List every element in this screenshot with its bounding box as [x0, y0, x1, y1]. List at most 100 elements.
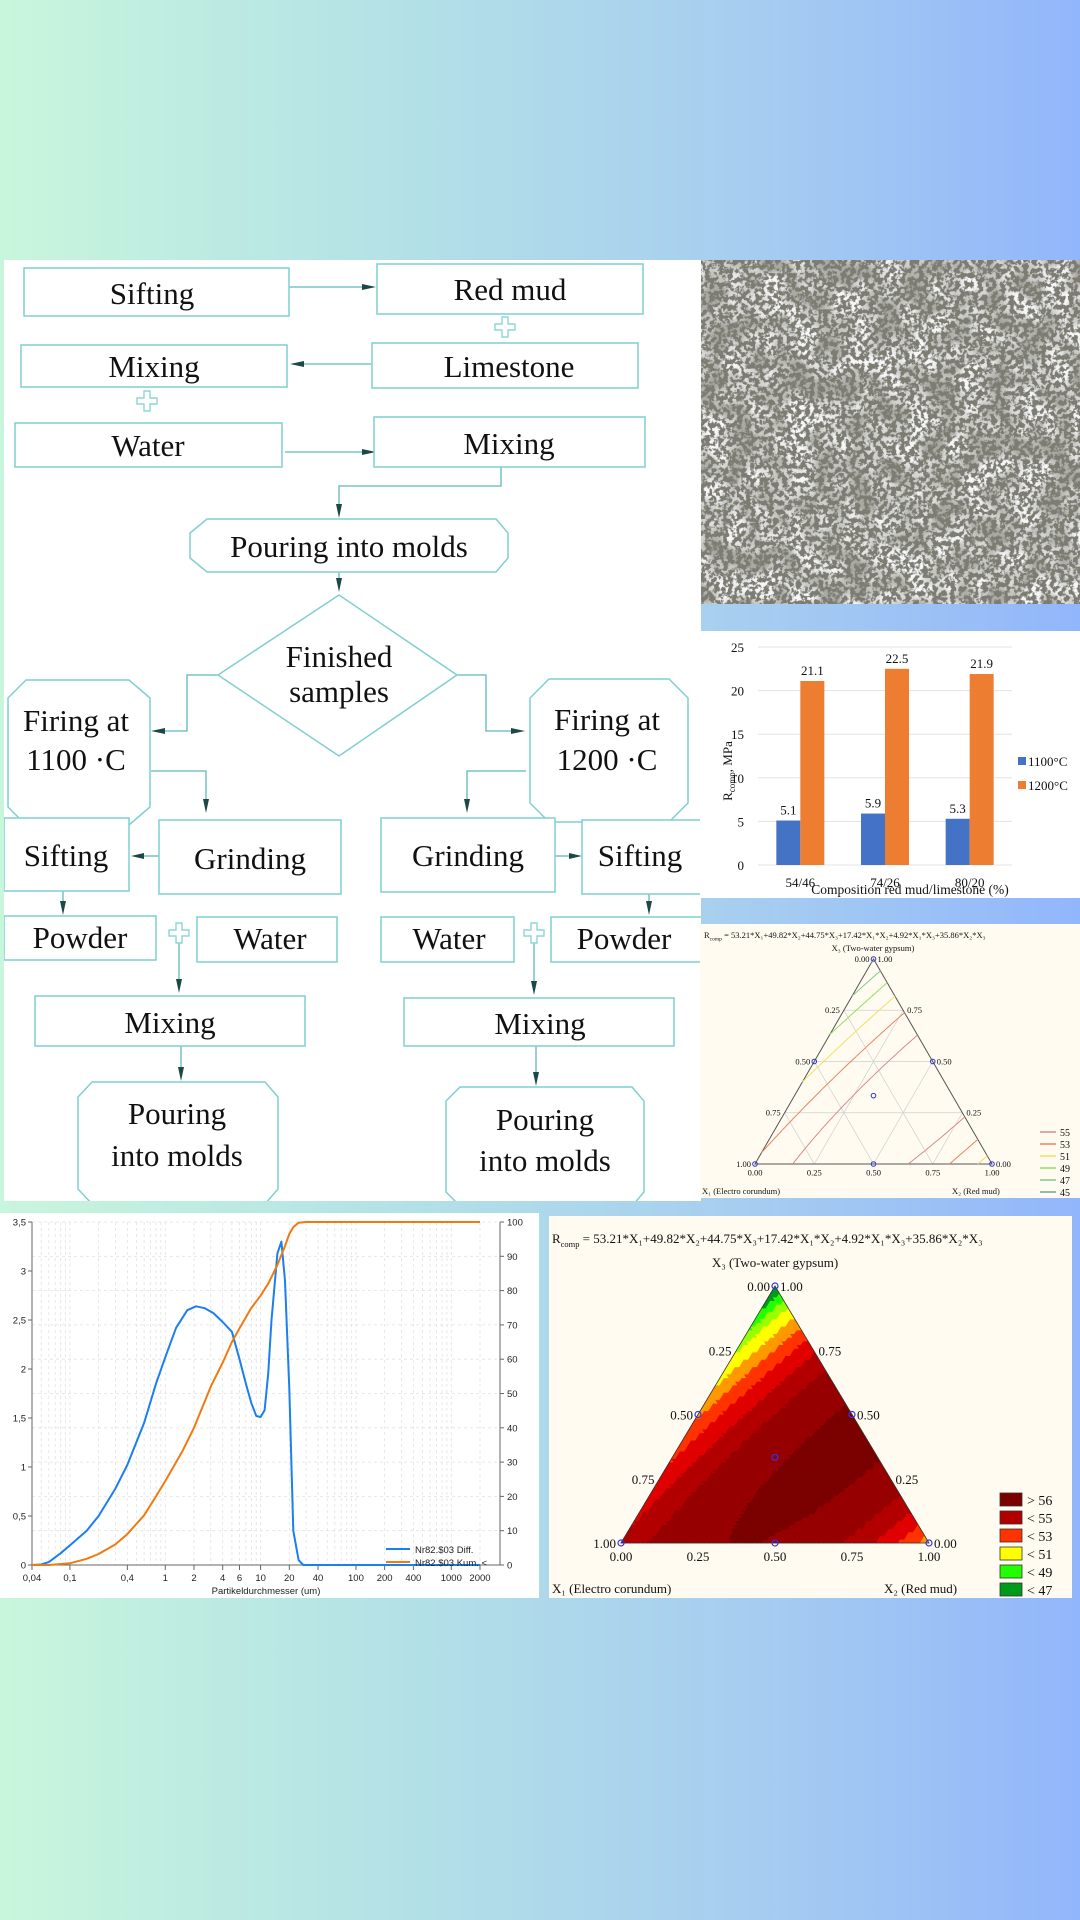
data-label: 22.5: [886, 651, 909, 666]
legend-label: Nr82.$03 Diff.: [415, 1545, 473, 1556]
y-tick-label: 15: [731, 727, 744, 742]
node-pouring-left: Pouring into molds: [77, 1081, 279, 1201]
x1-axis-label: X₁ (Electro corundum): [702, 1186, 780, 1196]
y-left-tick-label: 3,5: [13, 1218, 26, 1229]
bar-1100-74-26: [861, 813, 885, 865]
legend-label: 55: [1060, 1128, 1070, 1139]
node-label: 1200 ·C: [557, 742, 658, 777]
x3-axis-label: X₃ (Two-water gypsum): [712, 1255, 838, 1270]
ternary-gridline: [813, 1010, 904, 1165]
x-tick-label: 200: [377, 1573, 393, 1584]
ternary-filled-contour-plot: Rcomp = 53.21*X₁+49.82*X₂+44.75*X₃+17.42…: [549, 1216, 1072, 1598]
x-axis-label: Composition red mud/limestone (%): [811, 882, 1009, 897]
x3-axis-label: X₃ (Two-water gypsum): [832, 943, 915, 953]
y-left-tick-label: 2: [21, 1365, 26, 1376]
data-label: 5.1: [780, 803, 796, 818]
plus-icon: [168, 922, 190, 944]
bottom-tick-label: 0.75: [925, 1167, 940, 1177]
y-right-tick-label: 80: [507, 1286, 518, 1297]
data-label: 5.9: [865, 796, 881, 811]
bottom-tick-label: 0.25: [807, 1167, 822, 1177]
y-tick-label: 25: [731, 640, 744, 655]
x2-axis-label: X₂ (Red mud): [952, 1186, 1000, 1196]
contour-line-53: [761, 1012, 979, 1165]
ternary-gridline: [843, 1010, 934, 1165]
legend-label: 51: [1060, 1152, 1070, 1163]
y-right-tick-label: 90: [507, 1252, 518, 1263]
left-tick-label: 0.50: [795, 1056, 810, 1066]
node-water-left: Water: [196, 916, 338, 963]
node-mixing-2: Mixing: [373, 416, 646, 468]
ternary-line-svg: Rcomp = 53.21*X₁+49.82*X₂+44.75*X₃+17.42…: [702, 930, 1070, 1198]
y-tick-label: 0: [738, 858, 745, 873]
node-label: Sifting: [110, 276, 194, 311]
left-tick-label: 1.00: [736, 1159, 751, 1169]
node-label: Pouring into molds: [230, 529, 468, 564]
y-left-tick-label: 0,5: [13, 1512, 26, 1523]
y-tick-label: 20: [731, 684, 744, 699]
node-label: Sifting: [598, 838, 682, 873]
bar-1100-54-46: [776, 820, 801, 865]
legend: 555351494745: [1040, 1128, 1070, 1198]
y-right-tick-label: 50: [507, 1389, 518, 1400]
plus-icon: [494, 316, 516, 338]
node-label: Sifting: [24, 838, 108, 873]
x-tick-label: 1000: [441, 1573, 462, 1584]
node-label: Mixing: [108, 349, 199, 384]
legend-label: 1100°C: [1028, 754, 1067, 769]
bar-1200-80-20: [969, 674, 994, 865]
bar-chart-svg: 0510152025 5.121.15.922.55.321.9 54/46 74…: [720, 640, 1068, 897]
node-label: into molds: [479, 1143, 611, 1178]
y-left-tick-label: 0: [21, 1561, 26, 1572]
right-tick-label: 1.00: [878, 954, 893, 964]
x-tick-label: 100: [348, 1573, 364, 1584]
design-point: [870, 1092, 877, 1099]
node-label: Mixing: [494, 1006, 585, 1041]
y-right-tick-label: 60: [507, 1355, 518, 1366]
process-flowchart: Sifting Red mud Mixing Limestone Water M…: [4, 260, 701, 1201]
legend-label: Nr82.$03 Kum. <: [415, 1558, 488, 1569]
left-tick-label: 0.25: [825, 1005, 840, 1015]
y-right-tick-label: 100: [507, 1218, 523, 1229]
legend: 1100°C1200°C: [1018, 754, 1068, 793]
node-label: Red mud: [454, 272, 567, 307]
legend-label: 47: [1060, 1176, 1070, 1187]
node-label: Firing at: [23, 703, 129, 738]
node-label: Water: [233, 921, 307, 956]
legend-label: 49: [1060, 1164, 1070, 1175]
ternary-filled-svg: Rcomp = 53.21*X₁+49.82*X₂+44.75*X₃+17.42…: [552, 1231, 1052, 1598]
right-tick-label: 0.75: [907, 1005, 922, 1015]
x-tick-label: 2000: [469, 1573, 490, 1584]
y-left-tick-label: 1: [21, 1463, 26, 1474]
data-label: 21.1: [801, 663, 824, 678]
x-tick-label: 0,04: [23, 1573, 42, 1584]
node-mixing-left: Mixing: [34, 995, 306, 1047]
x-tick-label: 40: [313, 1573, 324, 1584]
data-label: 21.9: [970, 656, 993, 671]
psd-svg: 00,511,522,533,501020304050607080901000,…: [13, 1218, 523, 1598]
legend-swatch: [1018, 781, 1026, 789]
right-tick-label: 0.00: [996, 1159, 1011, 1169]
node-label: Grinding: [412, 838, 524, 873]
node-label: 1100 ·C: [26, 742, 126, 777]
x-tick-label: 20: [284, 1573, 295, 1584]
flowchart-svg: Sifting Red mud Mixing Limestone Water M…: [4, 263, 701, 1201]
node-sifting-left: Sifting: [4, 817, 130, 892]
node-label: into molds: [111, 1138, 243, 1173]
bar-1200-74-26: [885, 668, 909, 865]
y-axis-label: Rcomp, MPa: [720, 741, 737, 801]
x-tick-label: 400: [405, 1573, 421, 1584]
ternary-contour-line-plot: Rcomp = 53.21*X₁+49.82*X₂+44.75*X₃+17.42…: [700, 924, 1080, 1198]
node-sifting-right: Sifting: [581, 819, 701, 895]
y-right-tick-label: 40: [507, 1423, 518, 1434]
node-water-1: Water: [14, 422, 283, 468]
node-firing-1200: Firing at 1200 ·C: [529, 678, 689, 823]
node-pouring-into-molds: Pouring into molds: [189, 518, 509, 573]
y-right-tick-label: 70: [507, 1320, 518, 1331]
y-tick-label: 5: [738, 814, 745, 829]
node-label: Mixing: [124, 1005, 215, 1040]
node-label: Water: [111, 428, 185, 463]
node-label: Powder: [577, 921, 672, 956]
node-powder-right: Powder: [550, 916, 701, 963]
legend-label: 53: [1060, 1140, 1070, 1151]
